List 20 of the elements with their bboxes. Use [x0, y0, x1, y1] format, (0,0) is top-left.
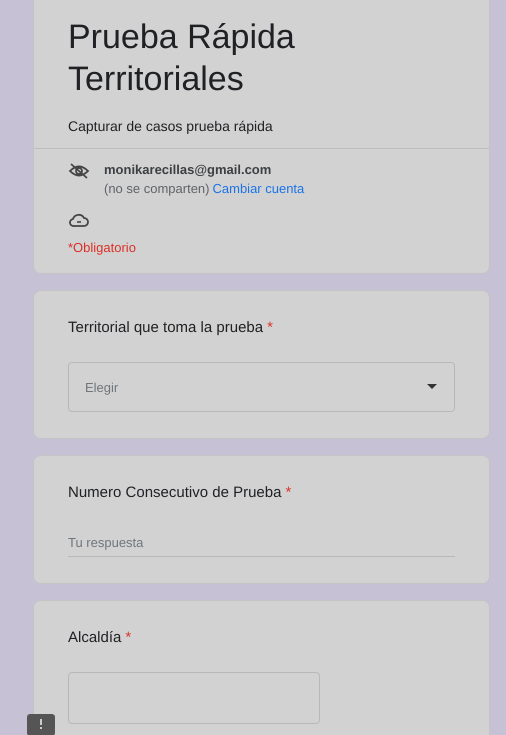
feedback-icon[interactable] [27, 714, 55, 735]
required-asterisk: * [125, 629, 132, 646]
cloud-icon [69, 212, 89, 228]
account-email: monikarecillas@gmail.com [104, 161, 272, 179]
dropdown[interactable]: Elegir [68, 362, 455, 412]
switch-account-link[interactable]: Cambiar cuenta [212, 181, 304, 196]
caret-icon [426, 383, 438, 391]
question-label: Territorial que toma la prueba [68, 319, 264, 336]
required-note: *Obligatorio [67, 240, 137, 255]
form-title: Prueba Rápida [68, 17, 296, 58]
required-asterisk: * [285, 484, 292, 501]
input-field[interactable] [68, 672, 320, 724]
question-label: Alcaldía [68, 629, 122, 646]
question-label: Numero Consecutivo de Prueba [68, 484, 282, 501]
hidden-eye-icon [68, 162, 90, 180]
form-title: Territoriales [68, 59, 245, 100]
answer-field[interactable]: Tu respuesta [68, 529, 455, 557]
form-description: Capturar de casos prueba rápida [67, 118, 274, 134]
required-asterisk: * [267, 319, 273, 336]
sharing-note: (no se comparten) [104, 181, 210, 196]
